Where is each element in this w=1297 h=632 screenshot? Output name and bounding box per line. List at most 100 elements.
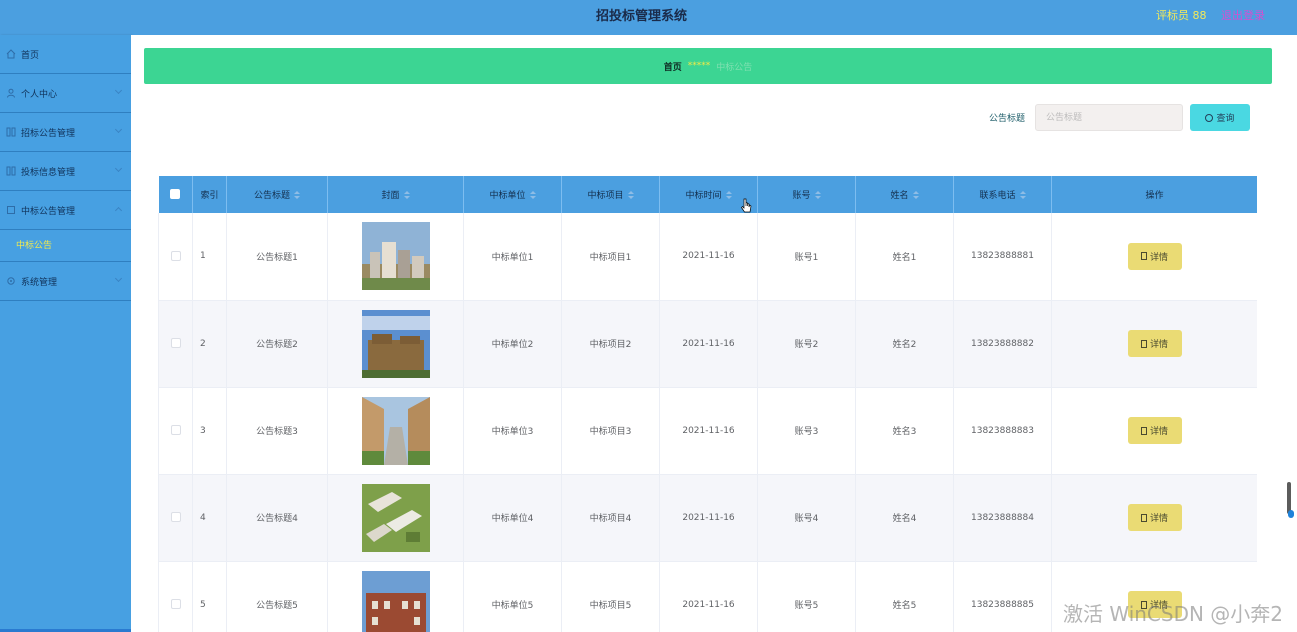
detail-button[interactable]: 详情 xyxy=(1127,330,1182,357)
column-header-title[interactable]: 公告标题 xyxy=(226,176,328,213)
row-checkbox[interactable] xyxy=(158,474,193,562)
cover-image xyxy=(361,396,430,465)
grid-icon xyxy=(5,126,17,138)
sort-icon[interactable] xyxy=(912,191,919,200)
sidebar-item-bid-info[interactable]: 投标信息管理 xyxy=(0,152,131,191)
sort-icon[interactable] xyxy=(403,191,410,200)
row-cover xyxy=(327,213,464,301)
row-time: 2021-11-16 xyxy=(659,474,758,562)
row-account: 账号3 xyxy=(757,387,856,475)
column-header-account[interactable]: 账号 xyxy=(757,176,856,213)
sidebar-item-system[interactable]: 系统管理 xyxy=(0,262,131,301)
search-icon xyxy=(1205,113,1214,122)
search-input[interactable] xyxy=(1035,104,1183,131)
detail-button-label: 详情 xyxy=(1149,340,1168,350)
search-button[interactable]: 查询 xyxy=(1190,104,1250,131)
row-project: 中标项目4 xyxy=(561,474,660,562)
row-checkbox[interactable] xyxy=(158,561,193,632)
detail-button[interactable]: 详情 xyxy=(1127,504,1182,531)
row-cover xyxy=(327,300,464,388)
detail-button-label: 详情 xyxy=(1149,427,1168,437)
document-icon xyxy=(1140,513,1147,522)
row-time: 2021-11-16 xyxy=(659,387,758,475)
watermark-text: 激活 WinCSDN @小奔2 xyxy=(1063,602,1284,626)
table-header-row: 索引 公告标题 封面 中标单位 中标项目 中标时间 账号 姓名 联系电话 操作 xyxy=(158,176,1257,213)
mouse-cursor-icon xyxy=(741,198,752,213)
document-icon xyxy=(1140,426,1147,435)
row-checkbox[interactable] xyxy=(158,213,193,301)
logout-link[interactable]: 退出登录 xyxy=(1221,0,1265,32)
row-index: 4 xyxy=(192,474,227,562)
column-header-label: 中标单位 xyxy=(489,191,526,201)
sort-icon[interactable] xyxy=(1019,191,1026,200)
column-header-label: 账号 xyxy=(792,191,811,201)
cover-image xyxy=(361,222,430,291)
row-cover xyxy=(327,474,464,562)
row-index: 2 xyxy=(192,300,227,388)
data-table: 索引 公告标题 封面 中标单位 中标项目 中标时间 账号 姓名 联系电话 操作 … xyxy=(158,176,1257,632)
row-actions: 详情 xyxy=(1051,474,1257,562)
table-row: 2 公告标题2 中标单位2 中标项目2 2021-11-16 账号2 姓名2 1… xyxy=(158,300,1257,388)
row-project: 中标项目1 xyxy=(561,213,660,301)
cover-image xyxy=(361,483,430,552)
column-header-unit[interactable]: 中标单位 xyxy=(463,176,562,213)
home-icon xyxy=(5,48,17,60)
sidebar-item-tender-notice[interactable]: 招标公告管理 xyxy=(0,113,131,152)
row-name: 姓名3 xyxy=(855,387,954,475)
scrollbar-knob[interactable] xyxy=(1288,510,1294,518)
row-index: 1 xyxy=(192,213,227,301)
chevron-down-icon xyxy=(114,274,123,283)
sort-icon[interactable] xyxy=(627,191,634,200)
row-unit: 中标单位3 xyxy=(463,387,562,475)
sidebar-item-award-notice[interactable]: 中标公告管理 xyxy=(0,191,131,230)
grid-icon xyxy=(5,165,17,177)
row-account: 账号4 xyxy=(757,474,856,562)
column-header-phone[interactable]: 联系电话 xyxy=(953,176,1052,213)
chevron-up-icon xyxy=(114,206,123,215)
sidebar-item-label: 首页 xyxy=(21,50,40,61)
row-unit: 中标单位1 xyxy=(463,213,562,301)
select-all-checkbox[interactable] xyxy=(158,176,193,213)
column-header-index: 索引 xyxy=(192,176,227,213)
detail-button[interactable]: 详情 xyxy=(1127,417,1182,444)
row-title: 公告标题1 xyxy=(226,213,328,301)
sort-icon[interactable] xyxy=(725,191,732,200)
row-unit: 中标单位2 xyxy=(463,300,562,388)
row-checkbox[interactable] xyxy=(158,387,193,475)
current-user-label: 评标员 88 xyxy=(1156,9,1207,22)
row-cover xyxy=(327,561,464,632)
sidebar-item-label: 中标公告管理 xyxy=(21,206,76,217)
breadcrumb: 首页 ***** 中标公告 xyxy=(144,48,1272,84)
breadcrumb-home[interactable]: 首页 xyxy=(664,60,682,73)
row-unit: 中标单位4 xyxy=(463,474,562,562)
sidebar-subitem-award-announcement[interactable]: 中标公告 xyxy=(0,230,131,262)
sidebar-item-profile[interactable]: 个人中心 xyxy=(0,74,131,113)
row-time: 2021-11-16 xyxy=(659,561,758,632)
column-header-actions: 操作 xyxy=(1051,176,1257,213)
row-phone: 13823888881 xyxy=(953,213,1052,301)
row-time: 2021-11-16 xyxy=(659,213,758,301)
row-checkbox[interactable] xyxy=(158,300,193,388)
column-header-name[interactable]: 姓名 xyxy=(855,176,954,213)
column-header-label: 中标时间 xyxy=(685,191,722,201)
column-header-label: 联系电话 xyxy=(979,191,1016,201)
column-header-project[interactable]: 中标项目 xyxy=(561,176,660,213)
column-header-cover[interactable]: 封面 xyxy=(327,176,464,213)
breadcrumb-current: 中标公告 xyxy=(716,62,753,73)
sort-icon[interactable] xyxy=(814,191,821,200)
row-actions: 详情 xyxy=(1051,300,1257,388)
top-header: 招投标管理系统 评标员 88 退出登录 xyxy=(0,0,1297,35)
app-title: 招投标管理系统 xyxy=(595,9,687,24)
row-cover xyxy=(327,387,464,475)
column-header-label: 封面 xyxy=(381,191,400,201)
chevron-down-icon xyxy=(114,86,123,95)
sidebar-item-home[interactable]: 首页 xyxy=(0,35,131,74)
cover-image xyxy=(361,570,430,632)
sidebar-item-label: 个人中心 xyxy=(21,89,58,100)
detail-button[interactable]: 详情 xyxy=(1127,242,1182,270)
sidebar-item-label: 招标公告管理 xyxy=(21,128,76,139)
row-project: 中标项目3 xyxy=(561,387,660,475)
sort-icon[interactable] xyxy=(529,191,536,200)
sort-icon[interactable] xyxy=(294,191,300,200)
document-icon xyxy=(1140,339,1147,348)
